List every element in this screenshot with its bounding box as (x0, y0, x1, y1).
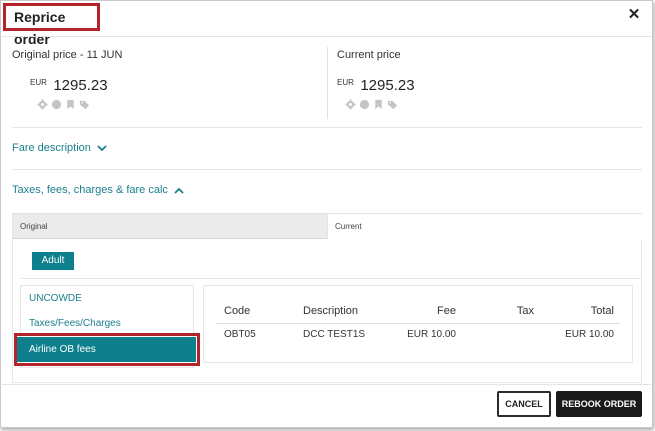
col-fee: Fee (437, 305, 456, 317)
current-price-amount: 1295.23 (360, 77, 415, 94)
rebook-order-button[interactable]: REBOOK ORDER (556, 391, 642, 417)
passenger-divider (21, 278, 641, 279)
cell-fee: EUR 10.00 (407, 329, 456, 340)
col-tax: Tax (516, 305, 534, 317)
tag-icon (387, 100, 398, 110)
current-price-value: EUR 1295.23 (337, 77, 415, 95)
table-header: Code Description Fee Tax Total (204, 305, 634, 325)
fare-description-label: Fare description (12, 142, 91, 154)
dialog-title: Reprice order (3, 3, 100, 47)
adult-button[interactable]: Adult (32, 252, 74, 270)
section-divider (12, 127, 642, 128)
header-divider (2, 36, 651, 37)
original-price-amount: 1295.23 (53, 77, 108, 94)
taxes-fees-toggle[interactable]: Taxes, fees, charges & fare calc (12, 184, 184, 196)
current-price-label: Current price (337, 49, 401, 61)
selection-highlight (14, 333, 200, 366)
cell-total: EUR 10.00 (565, 329, 614, 340)
list-item-uncowde[interactable]: UNCOWDE (29, 293, 82, 304)
original-price-currency: EUR (30, 78, 47, 87)
chevron-down-icon (97, 144, 107, 151)
chevron-up-icon (174, 187, 184, 194)
current-price-currency: EUR (337, 78, 354, 87)
original-price-icons (37, 99, 90, 110)
cancel-button[interactable]: CANCEL (497, 391, 551, 417)
tag-icon (79, 100, 90, 110)
bookmark-icon (375, 99, 382, 110)
price-divider (327, 47, 328, 119)
fare-description-toggle[interactable]: Fare description (12, 142, 107, 154)
original-price-value: EUR 1295.23 (30, 77, 108, 95)
col-total: Total (590, 305, 614, 317)
tab-original[interactable]: Original (13, 214, 327, 239)
col-description: Description (303, 305, 359, 317)
original-price-label: Original price - 11 JUN (12, 49, 123, 61)
bookmark-icon (67, 99, 74, 110)
fee-table: Code Description Fee Tax Total OBT05 DCC… (203, 285, 633, 363)
gear-icon (345, 99, 356, 110)
gear-icon (37, 99, 48, 110)
current-price-icons (345, 99, 398, 110)
circle-icon (359, 99, 370, 110)
current-price-block: Current price EUR 1295.23 (337, 49, 415, 110)
circle-icon (51, 99, 62, 110)
col-code: Code (224, 305, 251, 317)
footer-divider (2, 384, 651, 385)
cell-code: OBT05 (224, 329, 256, 340)
tab-current[interactable]: Current (327, 214, 642, 239)
reprice-order-dialog: Reprice order ✕ Original price - 11 JUN … (0, 0, 653, 428)
cell-description: DCC TEST1S (303, 329, 366, 340)
table-divider (216, 323, 620, 324)
section-divider (12, 169, 642, 170)
list-item-taxes-fees-charges[interactable]: Taxes/Fees/Charges (29, 318, 121, 329)
close-icon[interactable]: ✕ (627, 7, 641, 22)
table-row: OBT05 DCC TEST1S EUR 10.00 EUR 10.00 (204, 329, 634, 349)
taxes-fees-label: Taxes, fees, charges & fare calc (12, 184, 168, 196)
original-price-block: Original price - 11 JUN EUR 1295.23 (12, 49, 123, 110)
fare-tabs: Original Current (12, 213, 642, 239)
